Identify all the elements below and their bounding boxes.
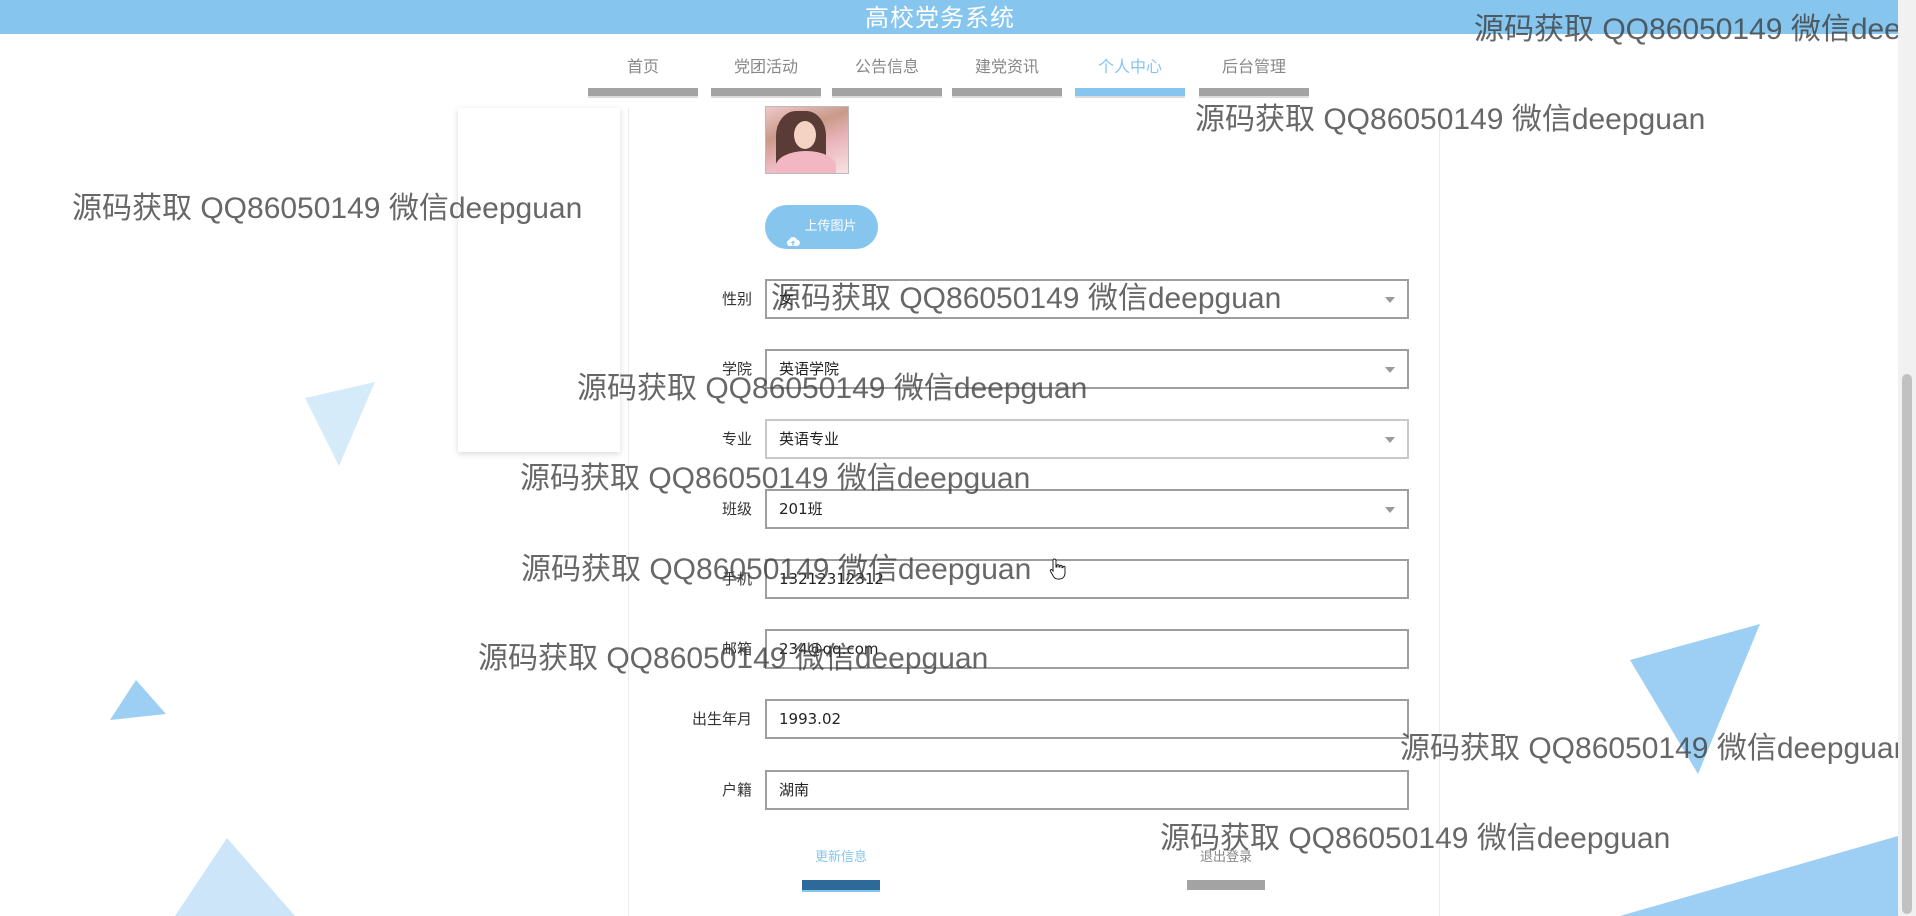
phone-label: 手机 — [721, 570, 752, 588]
nav-item-party-activities[interactable]: 党团活动 — [711, 56, 821, 98]
nav-item-bar — [711, 88, 821, 98]
avatar — [765, 106, 849, 174]
birth-input[interactable]: 1993.02 — [765, 699, 1409, 739]
nav-item-bar — [952, 88, 1062, 98]
chevron-down-icon — [1385, 507, 1395, 513]
gender-value: 女 — [779, 290, 795, 308]
nav-item-label: 建党资讯 — [974, 57, 1039, 76]
decor-triangle — [1630, 624, 1760, 774]
class-label: 班级 — [721, 500, 752, 518]
major-label: 专业 — [721, 430, 752, 448]
form-row-gender: 性别 女 — [600, 279, 1410, 319]
side-panel — [458, 108, 620, 452]
hand-cursor-icon — [1049, 558, 1067, 584]
form-row-email: 邮箱 234@qq.com — [600, 629, 1410, 669]
hometown-input[interactable]: 湖南 — [765, 770, 1409, 810]
nav-item-label: 公告信息 — [854, 57, 919, 76]
nav-item-label: 后台管理 — [1221, 57, 1286, 76]
gender-label: 性别 — [721, 290, 752, 308]
header-bar: 高校党务系统 — [0, 0, 1916, 34]
form-row-hometown: 户籍 湖南 — [600, 770, 1410, 810]
upload-image-label: 上传图片 — [804, 219, 857, 234]
chevron-down-icon — [1385, 297, 1395, 303]
nav-item-personal-center[interactable]: 个人中心 — [1075, 56, 1185, 98]
update-info-label: 更新信息 — [814, 850, 867, 865]
decor-triangle — [305, 382, 375, 466]
nav-item-admin[interactable]: 后台管理 — [1199, 56, 1309, 98]
form-row-phone: 手机 13212312312 — [600, 559, 1410, 599]
class-value: 201班 — [779, 500, 823, 518]
major-value: 英语专业 — [779, 430, 840, 448]
gender-select[interactable]: 女 — [765, 279, 1409, 319]
logout-label: 退出登录 — [1199, 850, 1252, 865]
nav-item-bar — [1199, 88, 1309, 98]
scrollbar-thumb[interactable] — [1902, 374, 1912, 914]
cloud-upload-icon — [786, 222, 801, 247]
form-row-major: 专业 英语专业 — [600, 419, 1410, 459]
birth-label: 出生年月 — [691, 710, 752, 728]
email-input[interactable]: 234@qq.com — [765, 629, 1409, 669]
nav-item-label: 首页 — [626, 57, 659, 76]
class-select[interactable]: 201班 — [765, 489, 1409, 529]
nav-item-home[interactable]: 首页 — [588, 56, 698, 98]
nav-item-label: 党团活动 — [733, 57, 798, 76]
major-select[interactable]: 英语专业 — [765, 419, 1409, 459]
college-value: 英语学院 — [779, 360, 840, 378]
nav-item-bar — [1075, 88, 1185, 98]
nav-item-bar — [588, 88, 698, 98]
decor-triangle — [175, 838, 295, 916]
logout-bar — [1187, 880, 1265, 890]
nav-item-announcements[interactable]: 公告信息 — [832, 56, 942, 98]
college-select[interactable]: 英语学院 — [765, 349, 1409, 389]
form-row-birth: 出生年月 1993.02 — [600, 699, 1410, 739]
hometown-label: 户籍 — [721, 781, 752, 799]
decor-triangle — [1620, 836, 1898, 916]
chevron-down-icon — [1385, 437, 1395, 443]
site-title: 高校党务系统 — [865, 4, 1015, 32]
nav-item-label: 个人中心 — [1097, 57, 1162, 76]
decor-triangle — [110, 680, 166, 720]
college-label: 学院 — [721, 360, 752, 378]
logout-button[interactable]: 退出登录 — [1187, 848, 1265, 890]
chevron-down-icon — [1385, 367, 1395, 373]
upload-image-button[interactable]: 上传图片 — [765, 205, 878, 249]
nav-item-party-news[interactable]: 建党资讯 — [952, 56, 1062, 98]
nav-item-bar — [832, 88, 942, 98]
phone-input[interactable]: 13212312312 — [765, 559, 1409, 599]
update-info-button[interactable]: 更新信息 — [802, 848, 880, 890]
update-info-bar — [802, 880, 880, 890]
email-label: 邮箱 — [721, 640, 752, 658]
form-row-class: 班级 201班 — [600, 489, 1410, 529]
form-row-college: 学院 英语学院 — [600, 349, 1410, 389]
